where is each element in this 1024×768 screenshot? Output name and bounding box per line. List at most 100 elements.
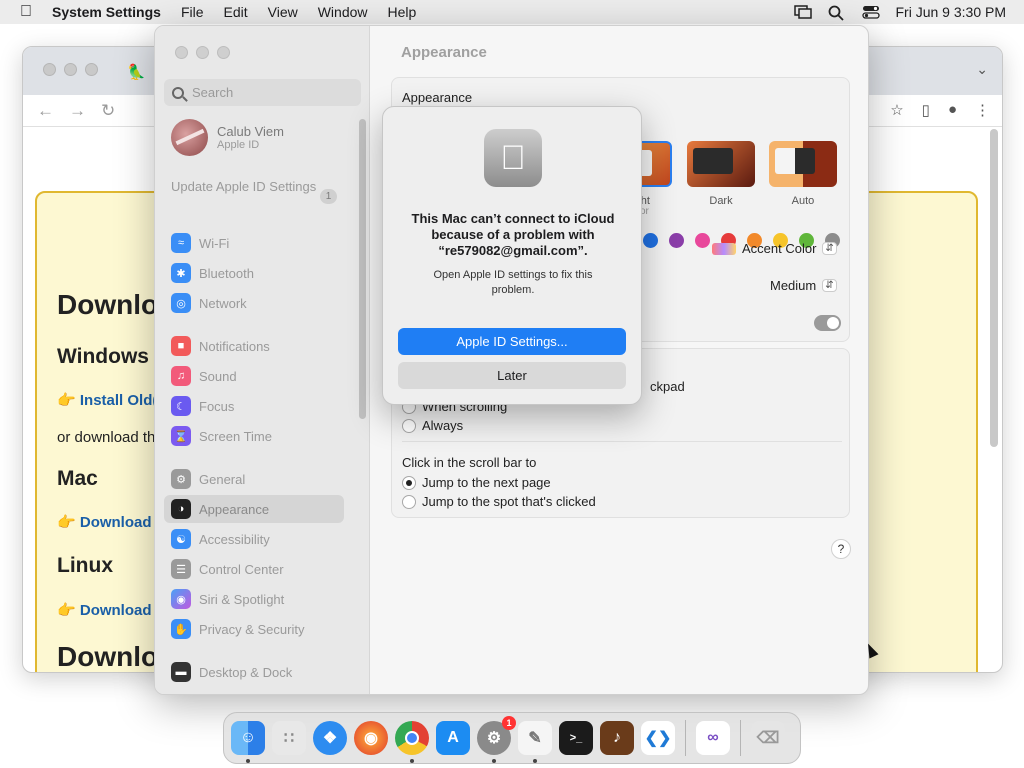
- update-apple-id-settings[interactable]: Update Apple ID Settings: [171, 179, 341, 195]
- side-panel-icon[interactable]: ▯: [922, 101, 930, 119]
- sidebar-item-privacy-security[interactable]: ✋ Privacy & Security: [164, 615, 344, 643]
- sidebar-item-siri-spotlight[interactable]: ◉ Siri & Spotlight: [164, 585, 344, 613]
- gear-icon: ⚙: [171, 469, 191, 489]
- radio-jump-spot-clicked[interactable]: Jump to the spot that's clicked: [402, 494, 596, 509]
- firefox-icon[interactable]: ◉: [354, 721, 388, 755]
- link-download-mac[interactable]: 👉 Download: [57, 513, 152, 531]
- sidebar-item-screen-time[interactable]: ⌛ Screen Time: [164, 422, 344, 450]
- sidebar-item-network[interactable]: ◎ Network: [164, 289, 344, 317]
- theme-dark-thumbnail: [687, 141, 755, 187]
- sidebar-item-bluetooth[interactable]: ✱ Bluetooth: [164, 259, 344, 287]
- browser-traffic-lights: [43, 63, 98, 76]
- textedit-icon[interactable]: ✎: [518, 721, 552, 763]
- system-settings-icon[interactable]: ⚙ 1: [477, 716, 516, 763]
- click-scroll-label: Click in the scroll bar to: [402, 455, 537, 470]
- reload-icon[interactable]: ↻: [101, 101, 115, 121]
- trash-icon[interactable]: ⌫: [751, 721, 785, 755]
- help-button[interactable]: ?: [831, 539, 851, 559]
- popup-arrows-icon: ⇵: [822, 279, 837, 292]
- browser-menu-icon[interactable]: ⋮: [975, 101, 990, 119]
- menu-edit[interactable]: Edit: [214, 4, 258, 20]
- app-store-icon[interactable]: A: [436, 721, 470, 755]
- menu-file[interactable]: File: [171, 4, 214, 20]
- sidebar-item-control-center[interactable]: ☰ Control Center: [164, 555, 344, 583]
- sidebar-item-appearance[interactable]: ◑ Appearance: [164, 495, 344, 523]
- highlight-color-popup[interactable]: Accent Color ⇵: [712, 241, 837, 256]
- theme-auto-label: Auto: [791, 195, 815, 207]
- heading-linux: Linux: [57, 554, 113, 577]
- profile-icon[interactable]: ●: [948, 101, 957, 119]
- page-heading-download-2: Downlo: [57, 641, 159, 672]
- screen-mirroring-icon[interactable]: [793, 5, 812, 19]
- radio-button: [402, 494, 416, 509]
- radio-button: [402, 418, 416, 433]
- heading-mac: Mac: [57, 467, 98, 490]
- apple-id-settings-button[interactable]: Apple ID Settings...: [398, 328, 626, 355]
- accent-color-purple[interactable]: [669, 233, 684, 248]
- theme-dark[interactable]: Dark: [686, 141, 756, 207]
- accent-color-pink[interactable]: [695, 233, 710, 248]
- forward-arrow-icon[interactable]: →: [69, 101, 86, 121]
- bookmark-star-icon[interactable]: ☆: [890, 101, 903, 119]
- menu-window[interactable]: Window: [308, 4, 378, 20]
- safari-icon[interactable]: ❖: [313, 721, 347, 755]
- browser-minimize-button[interactable]: [64, 63, 77, 76]
- accent-color-blue[interactable]: [643, 233, 658, 248]
- settings-close-button[interactable]: [175, 46, 188, 59]
- sidebar-item-accessibility[interactable]: ☯ Accessibility: [164, 525, 344, 553]
- apple-menu-icon[interactable]: : [0, 3, 52, 21]
- sidebar-icon-size-popup[interactable]: Medium ⇵: [770, 278, 837, 293]
- menu-app-name[interactable]: System Settings: [52, 4, 171, 20]
- later-button[interactable]: Later: [398, 362, 626, 389]
- search-field[interactable]: Search: [164, 79, 361, 106]
- control-center-toggle-icon: ☰: [171, 559, 191, 579]
- browser-zoom-button[interactable]: [85, 63, 98, 76]
- wallpaper-tinting-toggle[interactable]: [814, 315, 841, 331]
- launchpad-icon[interactable]: ∷: [272, 721, 306, 755]
- tab-favicon-icon[interactable]: 🦜: [127, 63, 146, 81]
- hourglass-icon: ⌛: [171, 426, 191, 446]
- menu-view[interactable]: View: [258, 4, 308, 20]
- settings-zoom-button[interactable]: [217, 46, 230, 59]
- sidebar-item-notifications[interactable]: ■ Notifications: [164, 332, 344, 360]
- dock-separator: [685, 720, 686, 756]
- sidebar-item-focus[interactable]: ☾ Focus: [164, 392, 344, 420]
- bluetooth-icon: ✱: [171, 263, 191, 283]
- clock[interactable]: Fri Jun 9 3:30 PM: [896, 4, 1007, 20]
- back-arrow-icon[interactable]: ←: [37, 101, 54, 121]
- link-download-linux[interactable]: 👉 Download: [57, 601, 152, 619]
- settings-badge: 1: [502, 716, 516, 730]
- profile-name: Calub Viem: [217, 124, 284, 139]
- sidebar-scrollbar[interactable]: [359, 119, 366, 419]
- browser-scrollbar[interactable]: [990, 129, 998, 447]
- radio-jump-next-page[interactable]: Jump to the next page: [402, 475, 551, 490]
- vscode-icon[interactable]: ❮❯: [641, 721, 675, 755]
- search-icon: [172, 86, 184, 99]
- theme-auto-thumbnail: [769, 141, 837, 187]
- sidebar-item-desktop-dock[interactable]: ▬ Desktop & Dock: [164, 658, 344, 686]
- spotlight-search-icon[interactable]: [828, 5, 846, 21]
- theme-auto[interactable]: Auto: [768, 141, 838, 207]
- menu-help[interactable]: Help: [378, 4, 427, 20]
- sidebar-item-wifi[interactable]: ≈ Wi-Fi: [164, 229, 344, 257]
- update-badge: 1: [320, 189, 337, 204]
- sidebar-item-general[interactable]: ⚙ General: [164, 465, 344, 493]
- apple-id-profile[interactable]: Calub Viem Apple ID: [171, 119, 284, 156]
- appearance-icon: ◑: [171, 499, 191, 519]
- dock-separator: [740, 720, 741, 756]
- alert-title: This Mac can’t connect to iCloud because…: [411, 211, 615, 258]
- link-install-old[interactable]: 👉 Install Old(: [57, 391, 157, 409]
- chrome-icon[interactable]: [395, 721, 429, 763]
- instruments-guitar-icon[interactable]: ♪: [600, 721, 634, 755]
- browser-close-button[interactable]: [43, 63, 56, 76]
- radio-always[interactable]: Always: [402, 418, 463, 433]
- dock: ☺ ∷ ❖ ◉ A ⚙ 1 ✎ >_ ♪ ❮❯ ∞ ⌫: [223, 712, 801, 764]
- notifications-icon: ■: [171, 336, 191, 356]
- tab-search-chevron-icon[interactable]: ⌄: [976, 61, 988, 78]
- control-center-icon[interactable]: [861, 5, 880, 19]
- terminal-icon[interactable]: >_: [559, 721, 593, 755]
- sidebar-item-sound[interactable]: ♫ Sound: [164, 362, 344, 390]
- finder-icon[interactable]: ☺: [231, 721, 265, 763]
- visual-studio-icon[interactable]: ∞: [696, 721, 730, 755]
- settings-minimize-button[interactable]: [196, 46, 209, 59]
